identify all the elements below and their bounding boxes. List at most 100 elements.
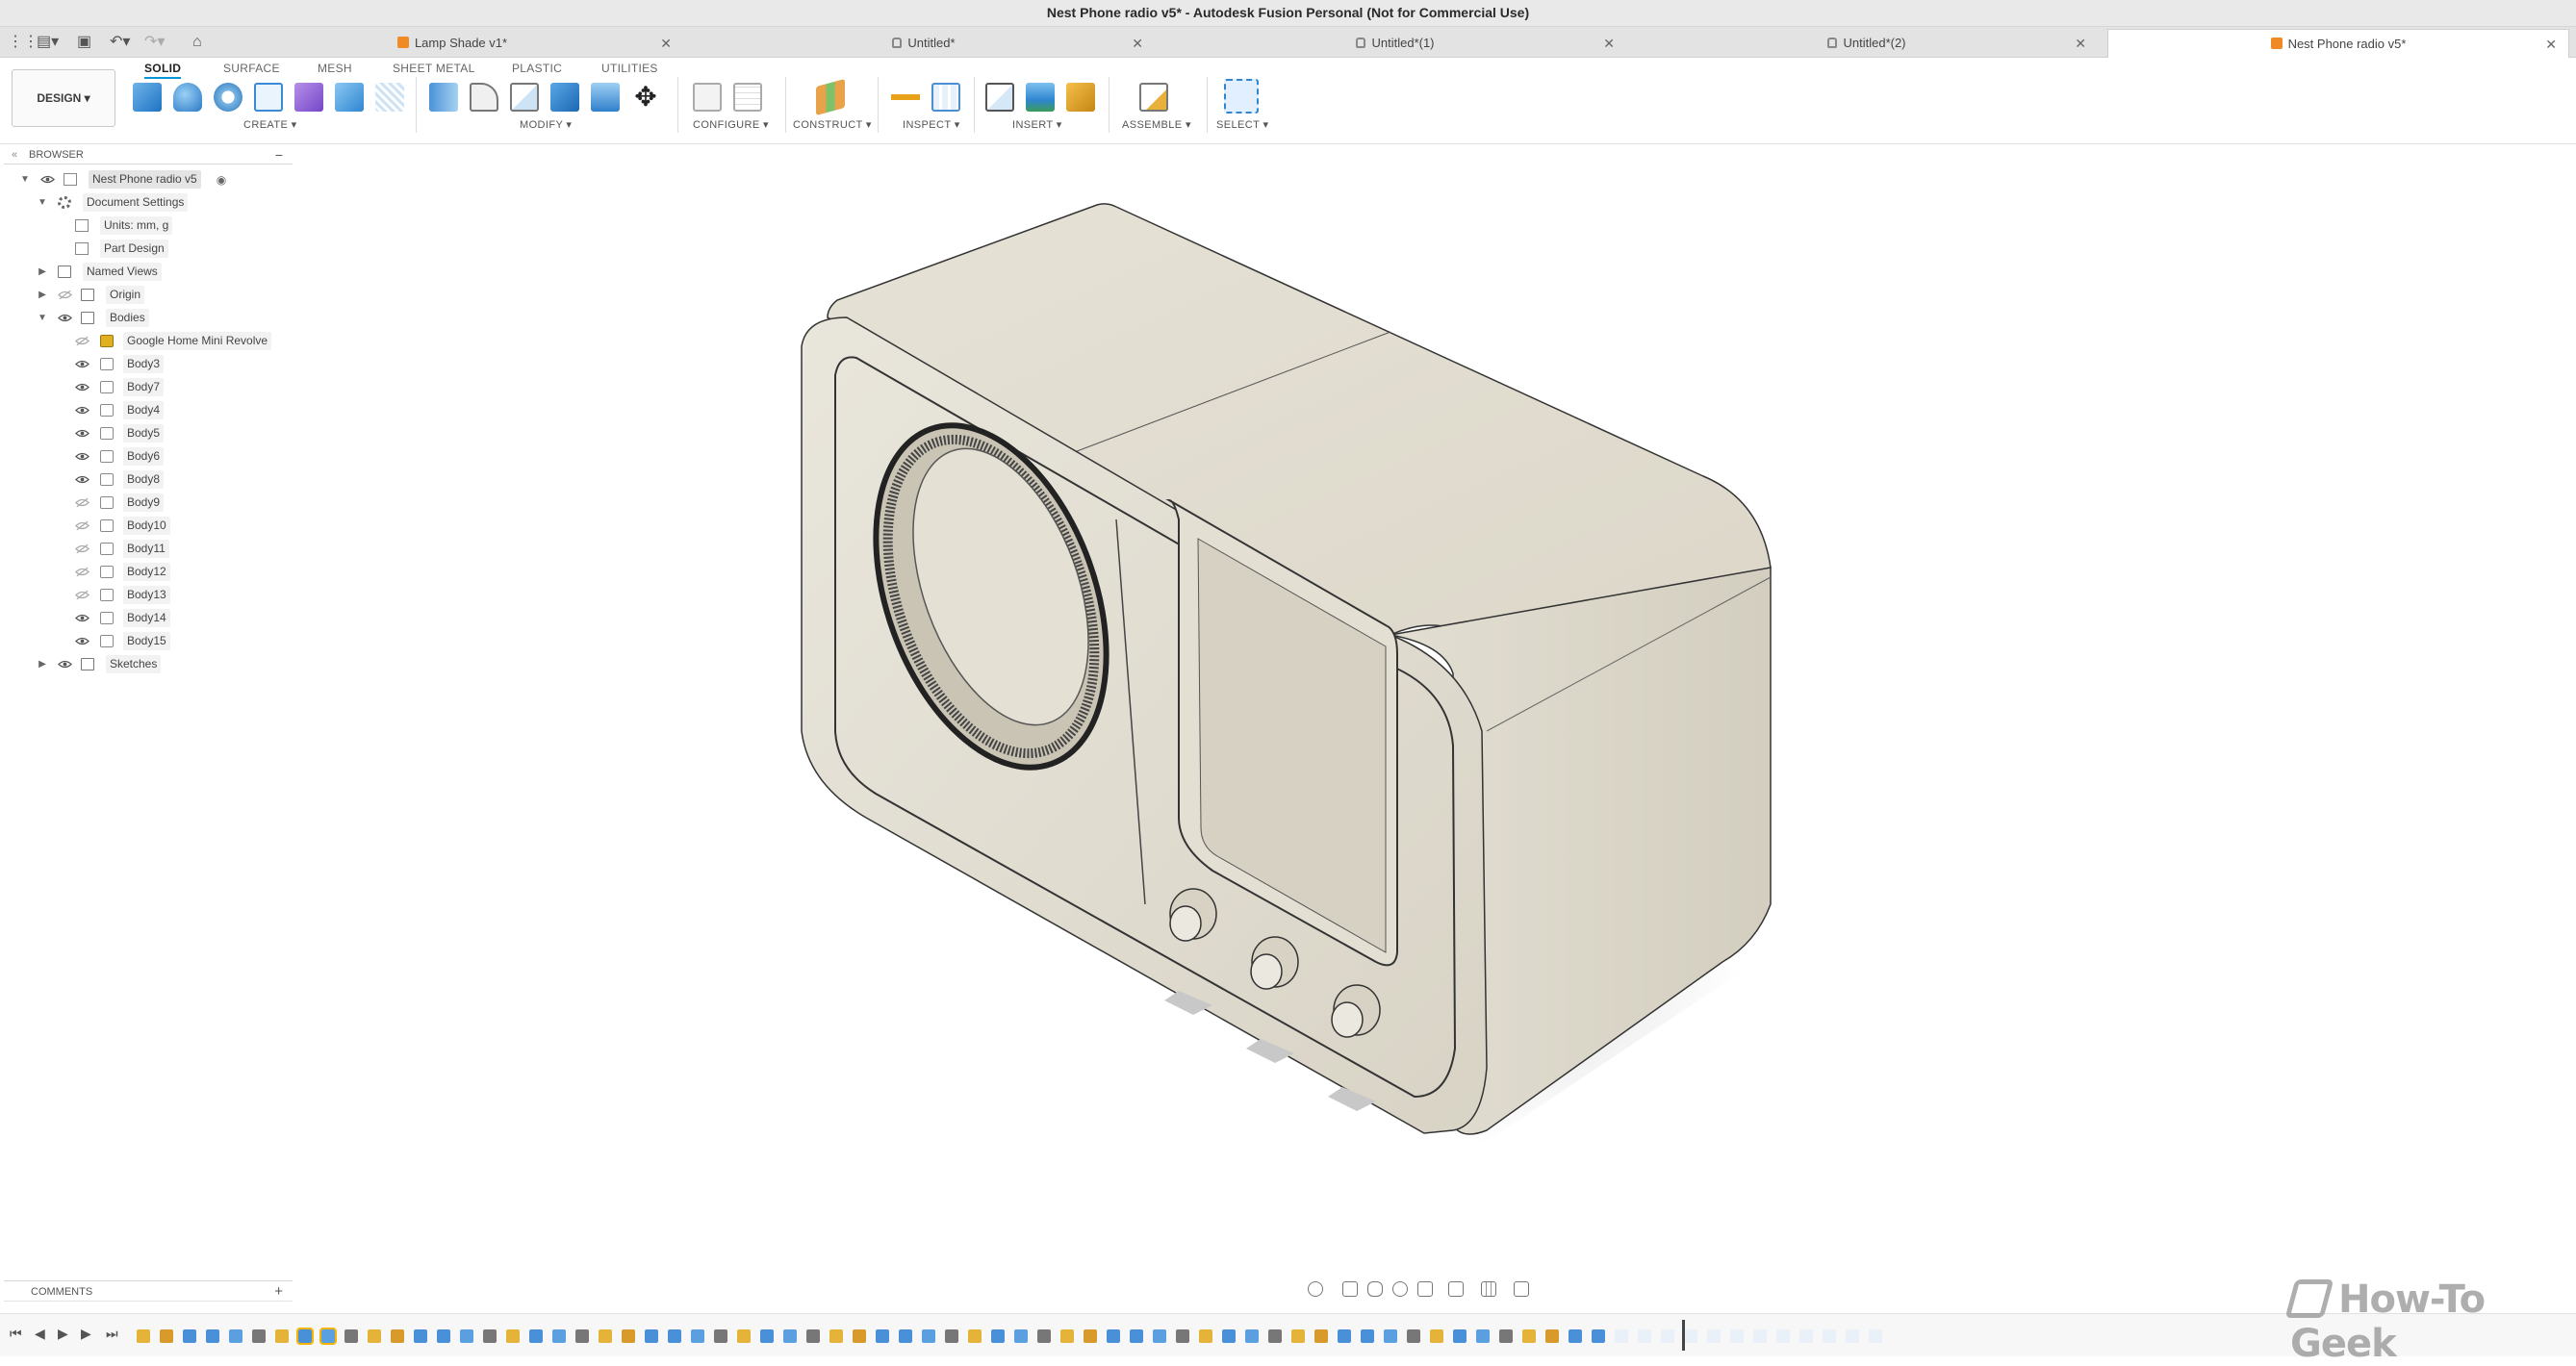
tree-body[interactable]: Body13 xyxy=(0,585,289,606)
add-comment-icon[interactable]: + xyxy=(274,1281,283,1303)
timeline-feature[interactable] xyxy=(1153,1329,1166,1343)
tree-part-design[interactable]: Part Design xyxy=(0,239,289,260)
shell-icon[interactable] xyxy=(510,83,539,112)
modify-group[interactable]: MODIFY ▾ xyxy=(520,118,572,131)
tree-component[interactable]: Google Home Mini Revolve xyxy=(0,331,289,352)
timeline-feature[interactable] xyxy=(552,1329,566,1343)
timeline-feature[interactable] xyxy=(1522,1329,1536,1343)
timeline-feature[interactable] xyxy=(829,1329,843,1343)
timeline-feature[interactable] xyxy=(296,1328,314,1345)
timeline-feature[interactable] xyxy=(1684,1329,1697,1343)
select-icon[interactable] xyxy=(1224,79,1259,114)
tab-untitled[interactable]: Untitled* ✕ xyxy=(693,29,1155,58)
fillet-icon[interactable] xyxy=(470,83,498,112)
timeline-feature[interactable] xyxy=(1107,1329,1120,1343)
eye-icon[interactable] xyxy=(58,659,72,670)
timeline-feature[interactable] xyxy=(1499,1329,1513,1343)
timeline-feature[interactable] xyxy=(506,1329,520,1343)
eye-icon[interactable] xyxy=(75,382,89,392)
insert-mcmaster-icon[interactable] xyxy=(1066,83,1095,112)
timeline-feature[interactable] xyxy=(899,1329,912,1343)
timeline-feature[interactable] xyxy=(668,1329,681,1343)
timeline-feature[interactable] xyxy=(1314,1329,1328,1343)
timeline-feature[interactable] xyxy=(229,1329,242,1343)
timeline-feature[interactable] xyxy=(945,1329,958,1343)
timeline-feature[interactable] xyxy=(691,1329,704,1343)
zoom-icon[interactable] xyxy=(1392,1281,1408,1297)
timeline-feature[interactable] xyxy=(1846,1329,1859,1343)
timeline-feature[interactable] xyxy=(414,1329,427,1343)
eye-hidden-icon[interactable] xyxy=(58,290,72,300)
timeline-feature[interactable] xyxy=(1222,1329,1236,1343)
eye-icon[interactable] xyxy=(40,174,55,185)
timeline-feature[interactable] xyxy=(1476,1329,1490,1343)
tree-body[interactable]: Body12 xyxy=(0,562,289,583)
timeline-feature[interactable] xyxy=(1014,1329,1028,1343)
move-copy-icon[interactable]: ✥ xyxy=(631,83,660,112)
timeline-feature[interactable] xyxy=(483,1329,497,1343)
tab-solid[interactable]: SOLID xyxy=(144,62,182,79)
timeline-feature[interactable] xyxy=(160,1329,173,1343)
eye-icon[interactable] xyxy=(75,428,89,439)
eye-hidden-icon[interactable] xyxy=(75,544,89,554)
orbit-icon[interactable] xyxy=(1308,1281,1323,1297)
timeline-feature-strip[interactable] xyxy=(137,1322,1917,1351)
timeline-feature[interactable] xyxy=(876,1329,889,1343)
expand-arrow-icon[interactable]: ▶ xyxy=(37,654,48,675)
timeline-feature[interactable] xyxy=(737,1329,751,1343)
timeline-feature[interactable] xyxy=(319,1328,337,1345)
eye-icon[interactable] xyxy=(75,451,89,462)
configure-group[interactable]: CONFIGURE ▾ xyxy=(693,118,769,131)
app-grid-icon[interactable]: ⋮⋮ xyxy=(8,33,38,52)
undo-icon[interactable]: ↶▾ xyxy=(110,33,130,52)
configure-table-icon[interactable] xyxy=(693,83,722,112)
tree-body[interactable]: Body6 xyxy=(0,446,289,468)
new-component-icon[interactable] xyxy=(1139,83,1168,112)
timeline-feature[interactable] xyxy=(922,1329,935,1343)
tree-body[interactable]: Body15 xyxy=(0,631,289,652)
timeline-feature[interactable] xyxy=(1661,1329,1674,1343)
go-to-start-icon[interactable]: ⏮ xyxy=(10,1326,22,1342)
expand-arrow-icon[interactable]: ▶ xyxy=(37,262,48,283)
tree-origin[interactable]: ▶ Origin xyxy=(0,285,289,306)
construct-group[interactable]: CONSTRUCT ▾ xyxy=(793,118,872,131)
plane-icon[interactable] xyxy=(375,83,404,112)
activate-radio-icon[interactable]: ◉ xyxy=(216,169,227,190)
expand-arrow-icon[interactable]: ▼ xyxy=(37,192,48,214)
eye-icon[interactable] xyxy=(75,405,89,416)
timeline-feature[interactable] xyxy=(183,1329,196,1343)
timeline-feature[interactable] xyxy=(1037,1329,1051,1343)
timeline-feature[interactable] xyxy=(437,1329,450,1343)
eye-hidden-icon[interactable] xyxy=(75,336,89,346)
timeline-feature[interactable] xyxy=(1176,1329,1189,1343)
timeline-feature[interactable] xyxy=(1592,1329,1605,1343)
timeline-feature[interactable] xyxy=(1291,1329,1305,1343)
insert-group[interactable]: INSERT ▾ xyxy=(1012,118,1062,131)
minimize-icon[interactable]: − xyxy=(275,145,283,164)
sweep-icon[interactable] xyxy=(254,83,283,112)
insert-image-icon[interactable] xyxy=(1026,83,1055,112)
step-forward-icon[interactable]: ▶ xyxy=(81,1326,91,1342)
timeline-feature[interactable] xyxy=(344,1329,358,1343)
tree-bodies[interactable]: ▼ Bodies xyxy=(0,308,289,329)
timeline-feature[interactable] xyxy=(575,1329,589,1343)
tree-body[interactable]: Body9 xyxy=(0,493,289,514)
tree-body[interactable]: Body4 xyxy=(0,400,289,421)
file-menu-icon[interactable]: ▤▾ xyxy=(37,33,59,52)
tab-sheet-metal[interactable]: SHEET METAL xyxy=(393,62,475,75)
timeline-feature[interactable] xyxy=(1268,1329,1282,1343)
timeline-feature[interactable] xyxy=(1245,1329,1259,1343)
viewport-canvas[interactable] xyxy=(293,144,2576,1279)
timeline-feature[interactable] xyxy=(1453,1329,1467,1343)
radio-model[interactable] xyxy=(293,144,2576,1279)
tab-surface[interactable]: SURFACE xyxy=(223,62,280,75)
eye-icon[interactable] xyxy=(58,313,72,323)
redo-icon[interactable]: ↷▾ xyxy=(144,33,165,52)
step-back-icon[interactable]: ◀ xyxy=(35,1326,45,1342)
assemble-group[interactable]: ASSEMBLE ▾ xyxy=(1122,118,1191,131)
timeline-feature[interactable] xyxy=(645,1329,658,1343)
timeline-feature[interactable] xyxy=(1776,1329,1790,1343)
timeline-feature[interactable] xyxy=(1569,1329,1582,1343)
tab-mesh[interactable]: MESH xyxy=(318,62,352,75)
eye-hidden-icon[interactable] xyxy=(75,590,89,600)
